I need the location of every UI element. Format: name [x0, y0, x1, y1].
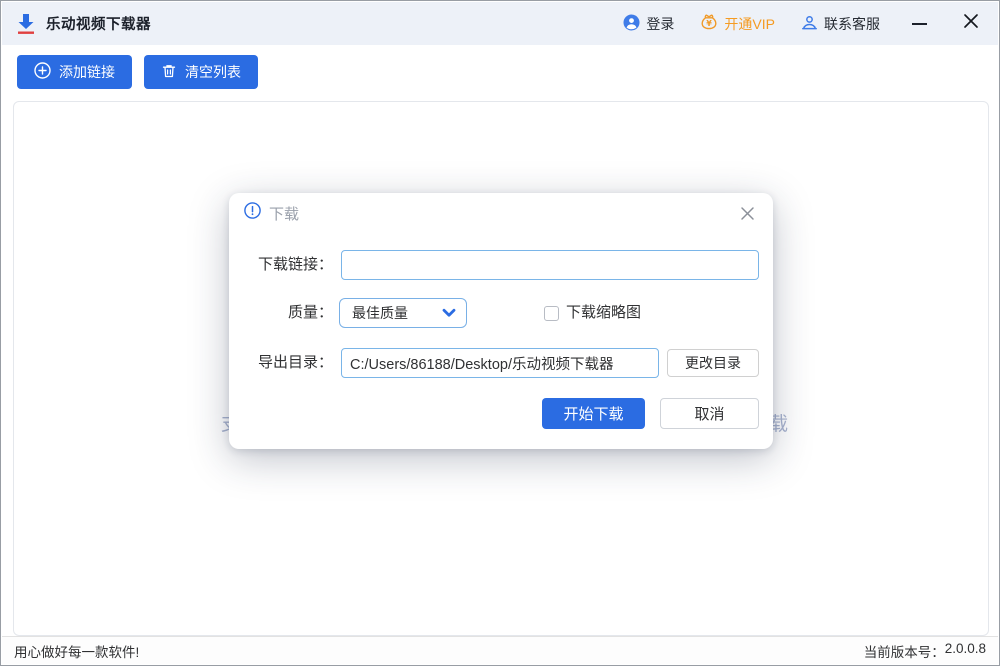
download-link-input[interactable]	[341, 250, 759, 280]
quality-select-value: 最佳质量	[352, 303, 408, 323]
app-logo-download-icon	[16, 13, 36, 35]
version-label: 当前版本号：	[864, 641, 945, 661]
add-link-label: 添加链接	[59, 62, 115, 82]
titlebar-actions: 登录 ¥ 开通VIP	[623, 11, 984, 37]
minimize-button[interactable]	[906, 11, 932, 37]
export-dir-label: 导出目录：	[229, 348, 333, 378]
clear-list-button[interactable]: 清空列表	[144, 55, 258, 89]
cancel-button[interactable]: 取消	[660, 398, 759, 429]
money-bag-icon: ¥	[700, 13, 718, 34]
info-circle-icon	[244, 202, 261, 224]
trash-icon	[161, 63, 177, 82]
start-download-button[interactable]: 开始下载	[542, 398, 645, 429]
export-dir-input[interactable]	[341, 348, 659, 378]
dialog-title: 下载	[269, 203, 299, 224]
dialog-header: 下载	[229, 193, 773, 233]
vip-label: 开通VIP	[724, 14, 775, 34]
add-link-button[interactable]: 添加链接	[17, 55, 132, 89]
support-agent-icon	[801, 14, 818, 34]
login-label: 登录	[646, 14, 674, 34]
circle-plus-icon	[34, 62, 51, 82]
vip-button[interactable]: ¥ 开通VIP	[700, 13, 775, 34]
slogan-text: 用心做好每一款软件!	[14, 641, 139, 661]
dialog-close-button[interactable]	[736, 202, 758, 224]
quality-label: 质量：	[229, 298, 333, 328]
close-button[interactable]	[958, 11, 984, 37]
minimize-icon	[912, 23, 927, 25]
close-icon	[963, 13, 979, 34]
chevron-down-icon	[442, 308, 456, 318]
contact-support-button[interactable]: 联系客服	[801, 14, 880, 34]
change-dir-button[interactable]: 更改目录	[667, 349, 759, 377]
app-title: 乐动视频下载器	[46, 13, 151, 34]
clear-list-label: 清空列表	[185, 62, 241, 82]
titlebar: 乐动视频下载器 登录 ¥	[2, 2, 998, 45]
svg-text:¥: ¥	[707, 19, 713, 28]
app-window: 乐动视频下载器 登录 ¥	[0, 0, 1000, 666]
download-link-label: 下载链接：	[229, 250, 333, 280]
login-button[interactable]: 登录	[623, 14, 674, 34]
download-thumbnail-checkbox[interactable]	[544, 306, 559, 321]
download-dialog: 下载 下载链接： 质量： 最佳质量 下载缩略图 导出目录： 更改目录 开始下载 …	[229, 193, 773, 449]
support-label: 联系客服	[824, 14, 880, 34]
user-circle-icon	[623, 14, 640, 34]
download-thumbnail-label: 下载缩略图	[566, 298, 641, 328]
quality-select[interactable]: 最佳质量	[339, 298, 467, 328]
version-value: 2.0.0.8	[945, 641, 986, 661]
version-text: 当前版本号：2.0.0.8	[864, 641, 986, 661]
toolbar: 添加链接 清空列表	[17, 55, 258, 89]
statusbar: 用心做好每一款软件! 当前版本号：2.0.0.8	[2, 636, 998, 664]
